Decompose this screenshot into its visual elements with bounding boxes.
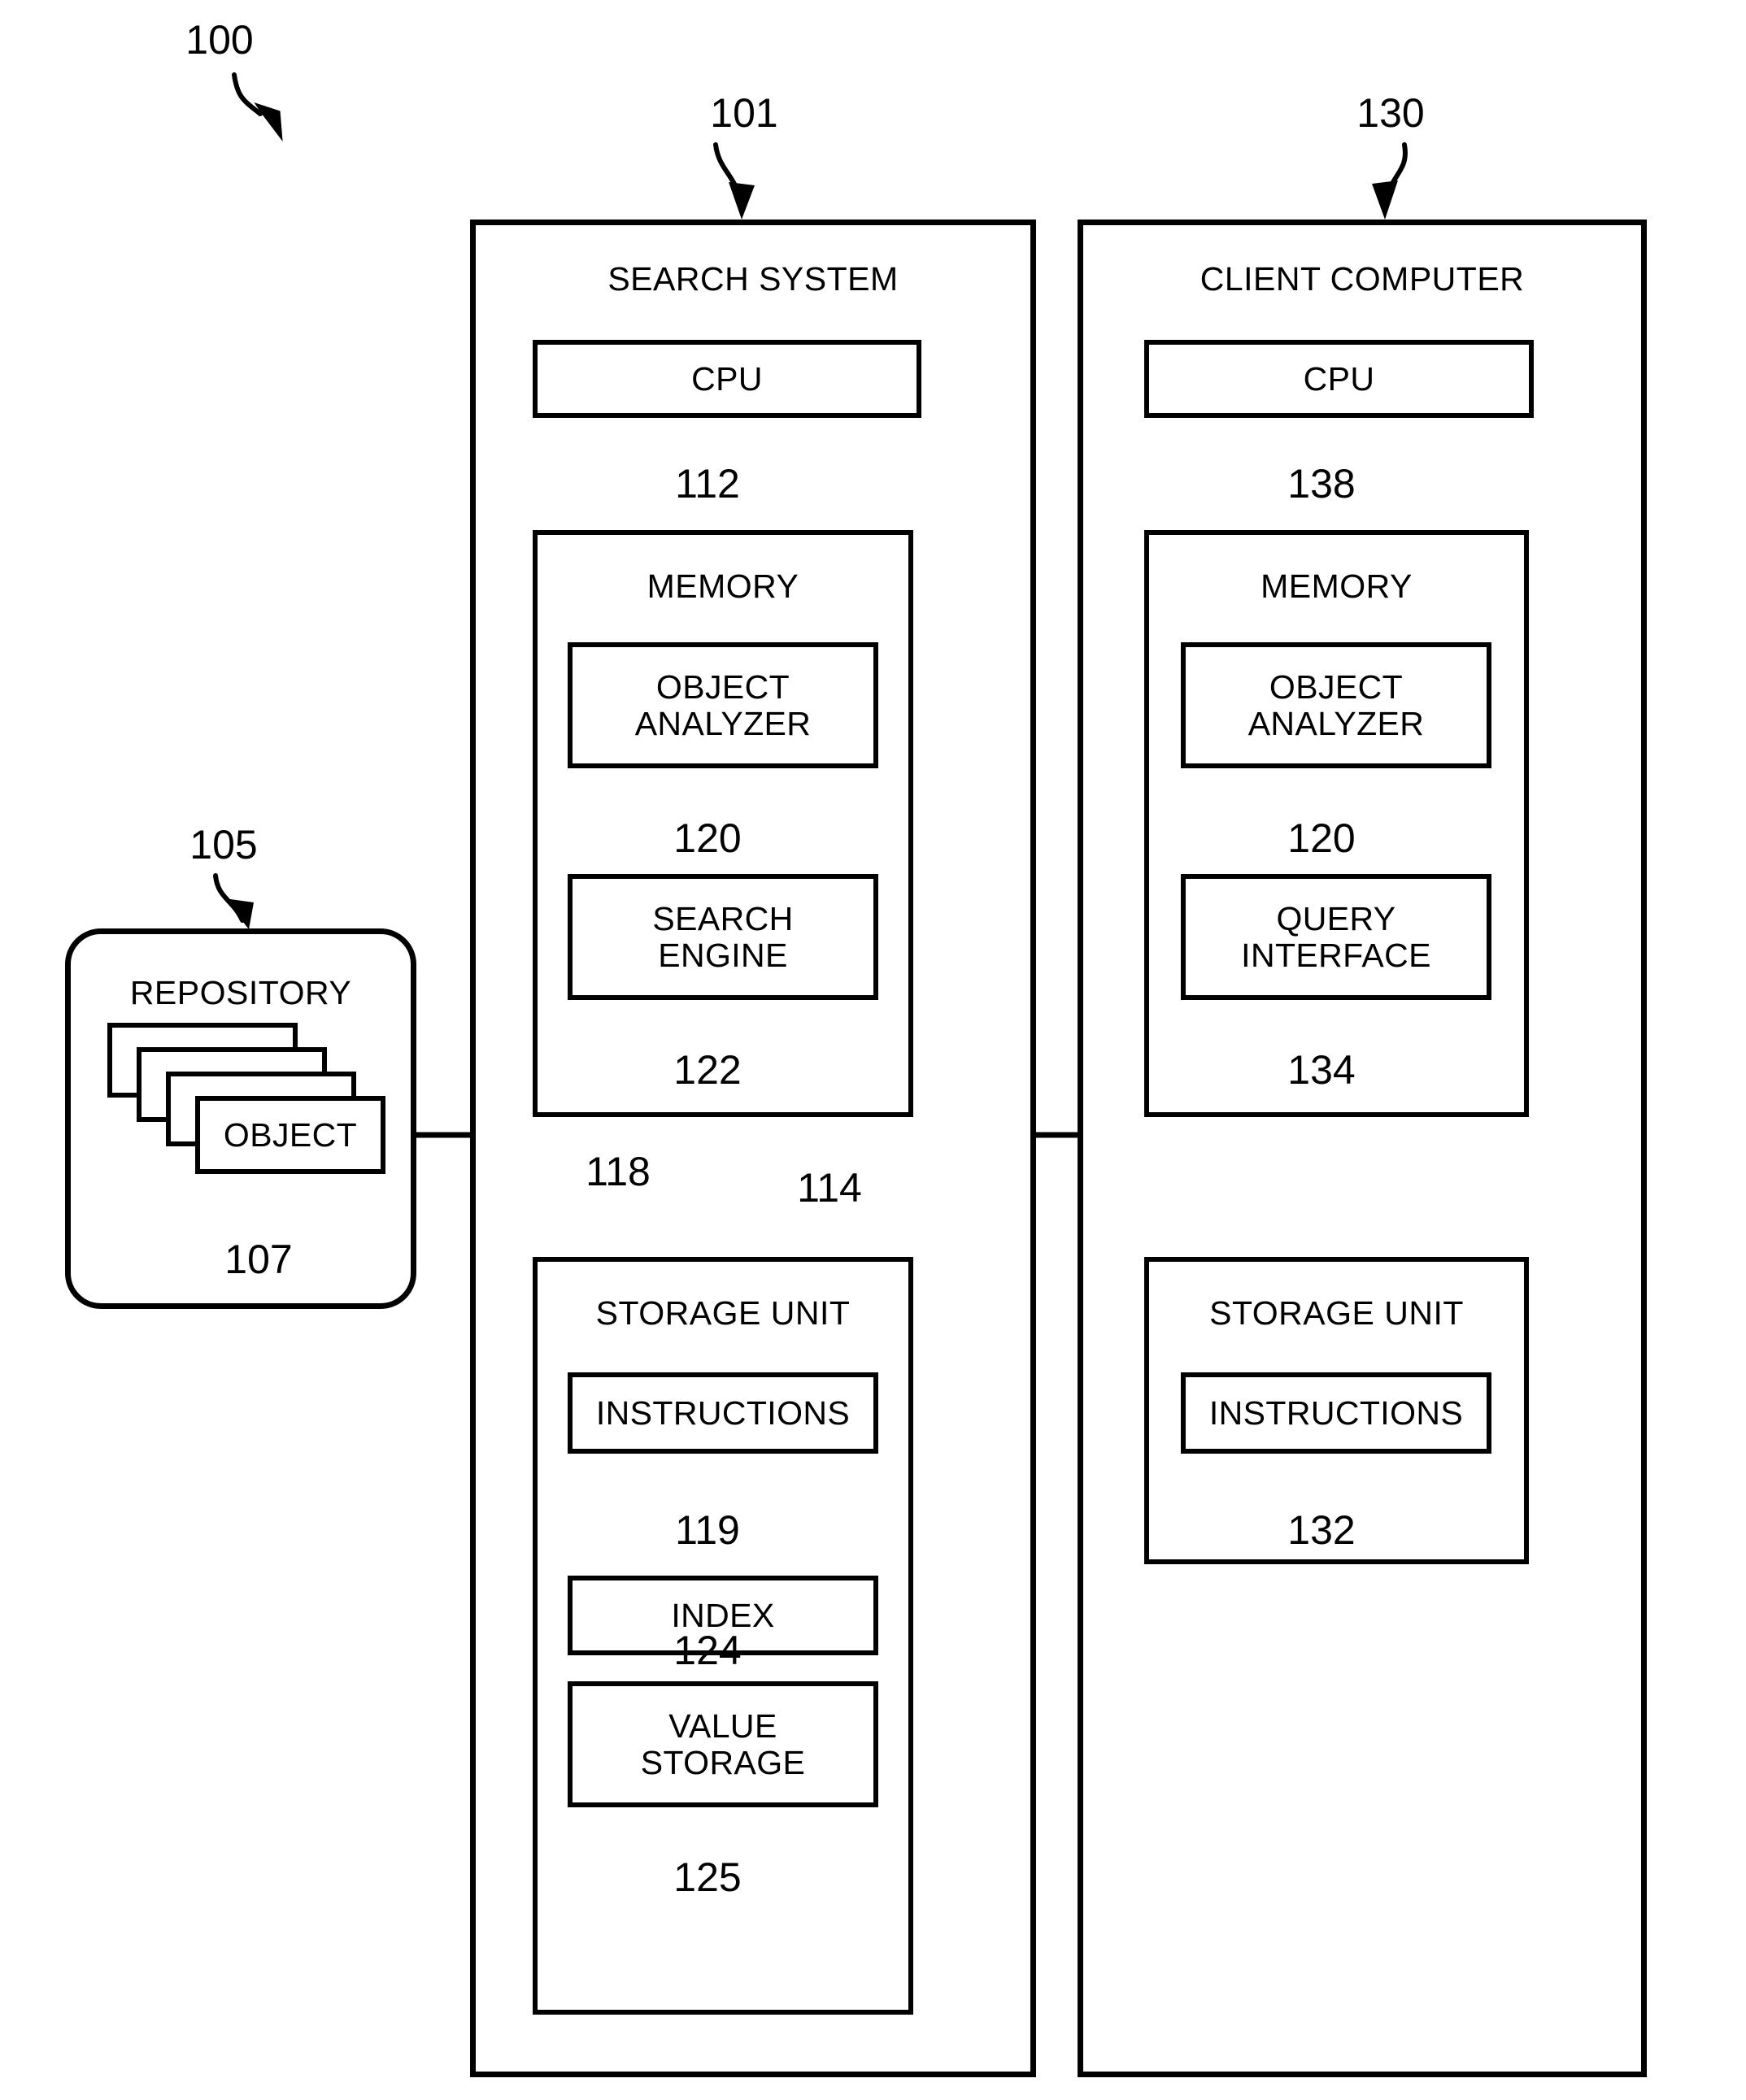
search-system-cpu-label: CPU bbox=[691, 359, 763, 398]
client-object-analyzer-line2: ANALYZER bbox=[1247, 704, 1425, 742]
instructions-box-client: INSTRUCTIONS bbox=[1181, 1372, 1491, 1454]
value-storage-line2: STORAGE bbox=[640, 1743, 806, 1781]
instructions-label-search: INSTRUCTIONS bbox=[595, 1393, 851, 1432]
ref-105: 105 bbox=[189, 822, 258, 867]
ref-100: 100 bbox=[185, 17, 254, 63]
ref-122: 122 bbox=[673, 1047, 742, 1093]
ref-112: 112 bbox=[675, 461, 740, 507]
query-interface-line1: QUERY bbox=[1276, 900, 1396, 938]
ref-132: 132 bbox=[1287, 1507, 1356, 1553]
query-interface-line2: INTERFACE bbox=[1241, 936, 1431, 974]
search-system-memory-title: MEMORY bbox=[647, 567, 799, 605]
ref-101: 101 bbox=[710, 90, 778, 136]
value-storage-box: VALUE STORAGE bbox=[568, 1681, 878, 1807]
client-object-analyzer-box: OBJECT ANALYZER bbox=[1181, 642, 1491, 768]
instructions-box-search: INSTRUCTIONS bbox=[568, 1372, 878, 1454]
search-engine-box: SEARCH ENGINE bbox=[568, 874, 878, 1000]
ref-120-client: 120 bbox=[1287, 815, 1356, 861]
ref-120-search: 120 bbox=[673, 815, 742, 861]
search-system-object-analyzer-box: OBJECT ANALYZER bbox=[568, 642, 878, 768]
ref-124: 124 bbox=[673, 1628, 742, 1673]
repository-title: REPOSITORY bbox=[129, 974, 352, 1011]
ref-114: 114 bbox=[797, 1165, 862, 1211]
ref-118: 118 bbox=[586, 1149, 651, 1194]
object-box: OBJECT bbox=[195, 1096, 385, 1174]
search-engine-line2: ENGINE bbox=[658, 936, 788, 974]
value-storage-line1: VALUE bbox=[668, 1707, 777, 1746]
ref-119: 119 bbox=[675, 1507, 740, 1553]
ref-130: 130 bbox=[1356, 90, 1425, 136]
client-memory-title: MEMORY bbox=[1261, 567, 1413, 605]
client-storage-unit-title: STORAGE UNIT bbox=[1209, 1294, 1464, 1332]
query-interface-box: QUERY INTERFACE bbox=[1181, 874, 1491, 1000]
object-analyzer-line2: ANALYZER bbox=[634, 704, 812, 742]
instructions-label-client: INSTRUCTIONS bbox=[1208, 1393, 1464, 1432]
client-cpu-label: CPU bbox=[1303, 359, 1375, 398]
ref-138: 138 bbox=[1287, 461, 1356, 507]
client-computer-title: CLIENT COMPUTER bbox=[1200, 260, 1525, 298]
client-object-analyzer-line1: OBJECT bbox=[1269, 668, 1404, 707]
search-system-storage-unit-title: STORAGE UNIT bbox=[595, 1294, 851, 1332]
patent-figure: 100 101 SEARCH SYSTEM CPU 112 MEMORY OBJ… bbox=[0, 0, 1746, 2100]
ref-107: 107 bbox=[224, 1237, 293, 1282]
search-engine-line1: SEARCH bbox=[652, 900, 794, 938]
ref-134: 134 bbox=[1287, 1047, 1356, 1093]
search-system-cpu-box: CPU bbox=[533, 340, 921, 418]
object-analyzer-line1: OBJECT bbox=[655, 668, 790, 707]
ref-125: 125 bbox=[673, 1854, 742, 1900]
search-system-title: SEARCH SYSTEM bbox=[607, 260, 899, 298]
client-cpu-box: CPU bbox=[1144, 340, 1534, 418]
object-label: OBJECT bbox=[223, 1115, 358, 1154]
